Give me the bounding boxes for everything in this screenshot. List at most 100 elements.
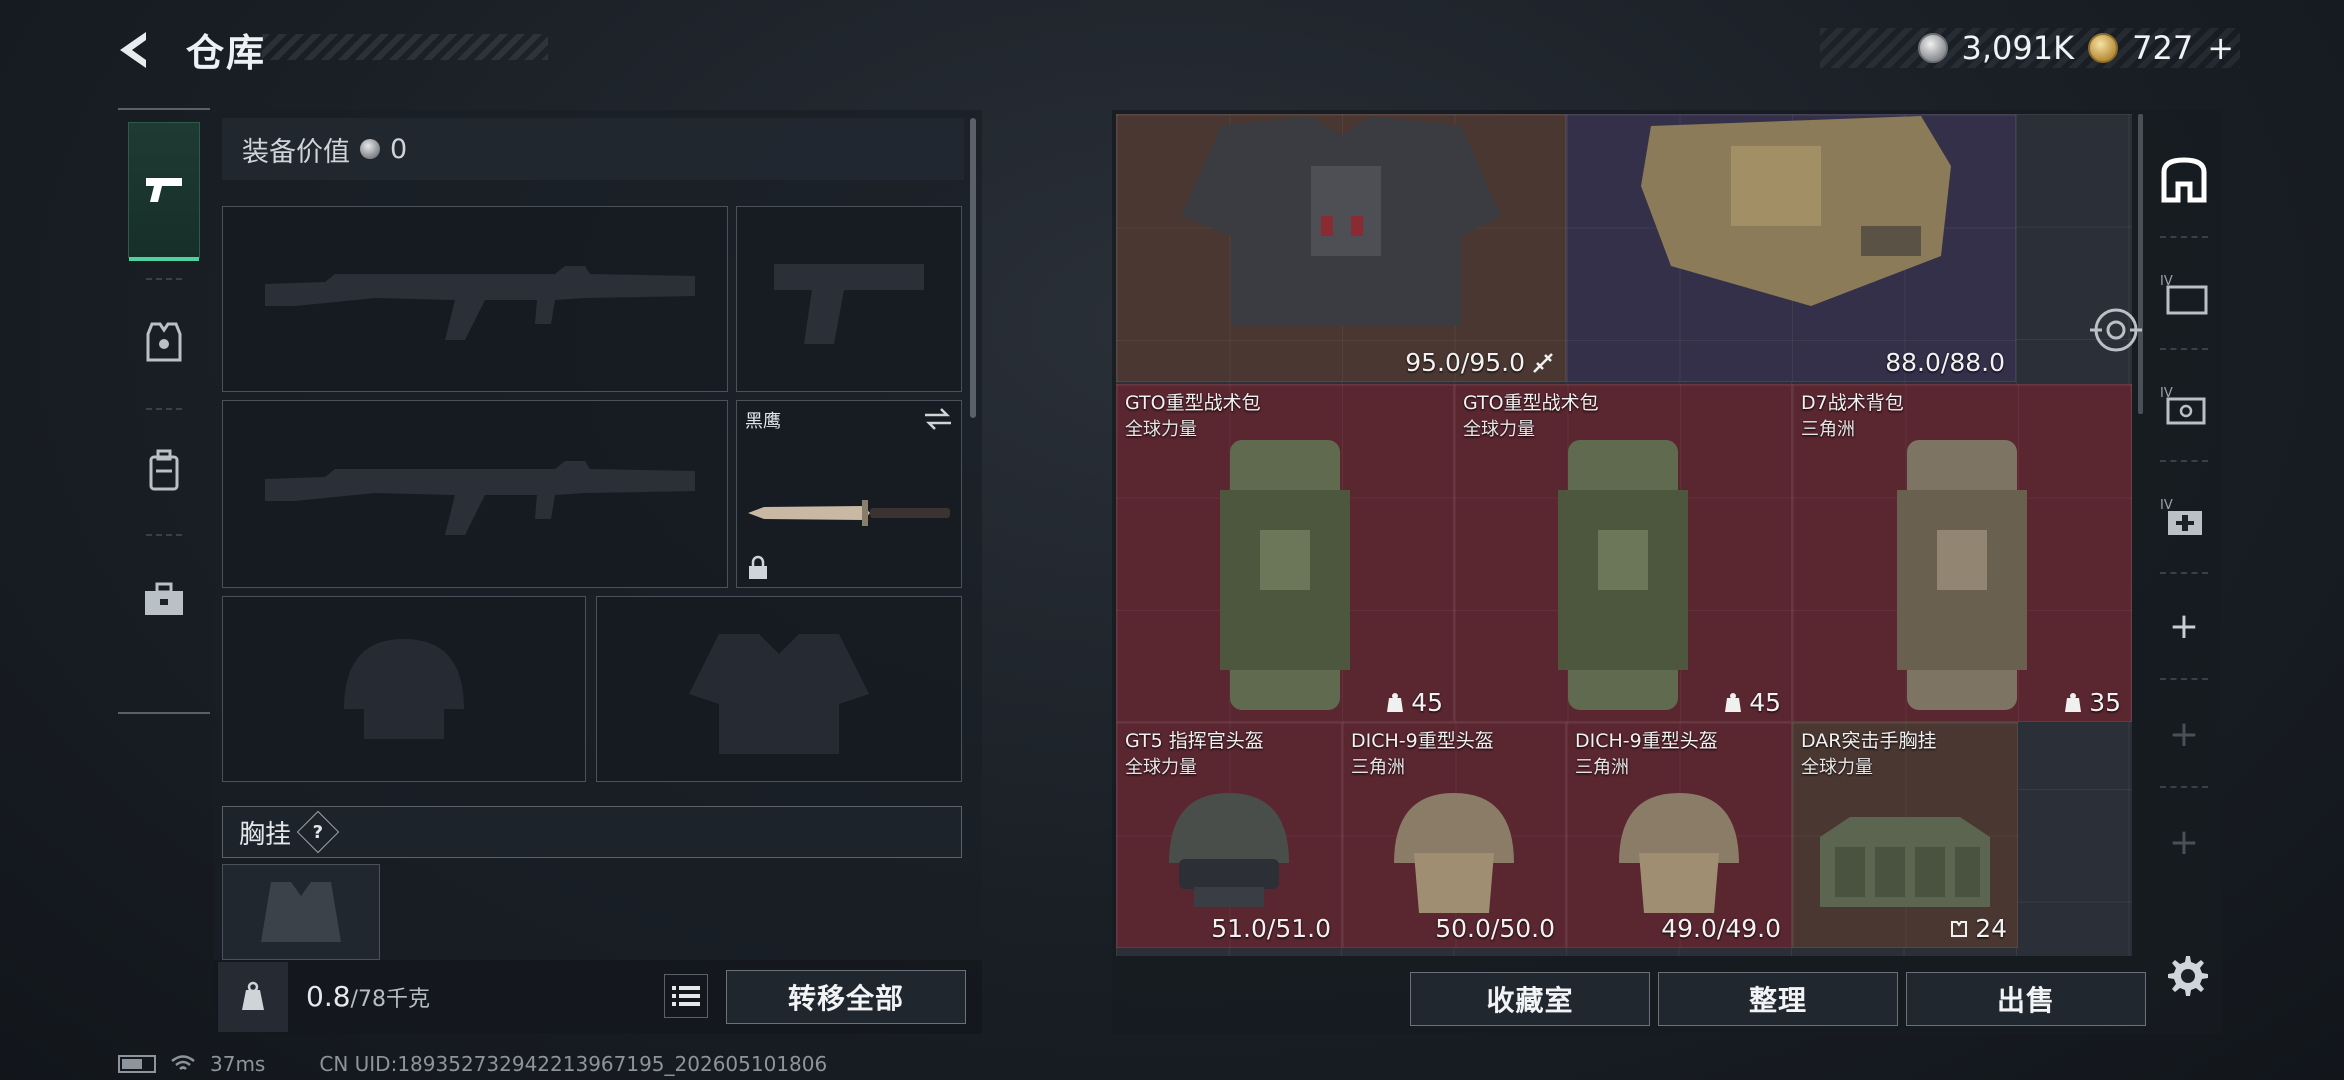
transfer-all-button[interactable]: 转移全部 xyxy=(726,970,966,1024)
item-capacity: 45 xyxy=(1385,688,1443,717)
rail-vault-2[interactable]: IV xyxy=(2154,376,2214,436)
title-decoration xyxy=(262,34,548,60)
helmet-silhouette-icon xyxy=(344,639,464,739)
safe-icon: IV xyxy=(2160,386,2206,425)
plate-carrier-image xyxy=(1641,116,1951,307)
melee-weapon-slot[interactable]: 黑鹰 xyxy=(736,400,962,588)
chest-rig-image xyxy=(1820,817,1990,908)
rail-main-stash[interactable] xyxy=(2154,150,2214,210)
melee-name: 黑鹰 xyxy=(745,411,781,432)
item-capacity: 45 xyxy=(1723,688,1781,717)
armor-vest-icon xyxy=(146,322,182,362)
tab-weapons[interactable] xyxy=(128,122,200,261)
currency-bar: 3,091K 727 + xyxy=(1820,28,2240,68)
sell-button[interactable]: 出售 xyxy=(1906,972,2146,1026)
page-title: 仓库 xyxy=(186,31,267,75)
category-tabs xyxy=(118,108,210,714)
stash-item-helmet[interactable]: DICH-9重型头盔 三角洲 50.0/50.0 xyxy=(1342,722,1566,948)
rail-vault-1[interactable]: IV xyxy=(2154,264,2214,324)
stash-item-helmet[interactable]: DICH-9重型头盔 三角洲 49.0/49.0 xyxy=(1566,722,1792,948)
current-weight: 0.8 xyxy=(306,980,351,1013)
tab-armor[interactable] xyxy=(128,282,200,402)
chest-rig-label: 胸挂 xyxy=(239,819,292,850)
helmet-image xyxy=(1394,792,1514,913)
gold-amount: 727 xyxy=(2132,29,2194,67)
stash-item-armor-vest[interactable]: 95.0/95.0 xyxy=(1116,114,1566,382)
stash-rail: IV IV IV + + + xyxy=(2146,110,2222,956)
equipment-value: 0 xyxy=(390,133,408,165)
weight-readout: 0.8/78千克 xyxy=(306,980,430,1013)
capacity-icon xyxy=(1725,692,1742,712)
ping-readout: 37ms xyxy=(210,1052,266,1076)
medkit-icon: IV xyxy=(2160,498,2202,535)
item-capacity: 24 xyxy=(1949,914,2007,943)
backpack-image xyxy=(1220,439,1350,710)
sort-button[interactable]: 整理 xyxy=(1658,972,1898,1026)
equipment-value-label: 装备价值 xyxy=(242,136,350,168)
helmet-slot[interactable] xyxy=(222,596,586,782)
stash-item-backpack[interactable]: GTO重型战术包 全球力量 45 xyxy=(1116,384,1454,722)
weight-capacity: /78千克 xyxy=(350,987,430,1012)
chest-rig-silhouette-icon xyxy=(261,882,341,942)
stash-grid[interactable]: 95.0/95.0 88.0/88.0 GTO重型战术包 全球力量 45 GTO… xyxy=(1116,114,2132,956)
locked-slot: + xyxy=(2154,812,2214,872)
rifle-silhouette-icon xyxy=(265,266,695,340)
backpack-image xyxy=(1897,439,2027,710)
stash-item-backpack[interactable]: D7战术背包 三角洲 35 xyxy=(1792,384,2132,722)
briefcase-icon xyxy=(145,582,183,615)
capacity-icon xyxy=(1387,692,1404,712)
backpack-image xyxy=(1558,439,1688,710)
stash-scrollbar[interactable] xyxy=(2138,114,2143,414)
wifi-icon xyxy=(171,1055,195,1070)
stash-item-plate-carrier[interactable]: 88.0/88.0 xyxy=(1566,114,2016,382)
silver-amount: 3,091K xyxy=(1961,29,2075,67)
knife-icon xyxy=(748,499,950,526)
stash-item-chest-rig[interactable]: DAR突击手胸挂 全球力量 24 xyxy=(1792,722,2018,948)
folder-icon: IV xyxy=(2160,274,2208,315)
item-capacity: 35 xyxy=(2063,688,2121,717)
status-bar: 37ms CN UID:1893527329422139671​95_20260… xyxy=(118,1052,827,1076)
battery-icon xyxy=(118,1055,156,1073)
tab-supplies[interactable] xyxy=(128,540,200,658)
item-durability: 95.0/95.0 xyxy=(1405,348,1555,377)
value-coin-icon xyxy=(360,139,380,159)
add-slot-button[interactable]: + xyxy=(2154,596,2214,656)
rail-vault-3[interactable]: IV xyxy=(2154,488,2214,548)
helmet-image xyxy=(1169,792,1289,907)
svg-text:IV: IV xyxy=(2160,498,2173,513)
chest-rig-slot[interactable] xyxy=(222,864,380,960)
user-uid: CN UID:1893527329422139671​95_2026051018… xyxy=(319,1052,828,1076)
item-durability: 88.0/88.0 xyxy=(1885,348,2005,377)
equipment-scrollbar[interactable] xyxy=(970,118,976,418)
rifle-silhouette-icon xyxy=(265,461,695,535)
gold-coin-icon xyxy=(2088,33,2119,63)
armor-silhouette-icon xyxy=(689,634,869,754)
chest-rig-capacity-icon xyxy=(1951,920,1968,937)
settings-gear-icon[interactable] xyxy=(2164,952,2208,996)
stash-item-backpack[interactable]: GTO重型战术包 全球力量 45 xyxy=(1454,384,1792,722)
backup-weapon-slot[interactable] xyxy=(222,400,728,588)
secondary-weapon-slot[interactable] xyxy=(736,206,962,392)
armor-slot[interactable] xyxy=(596,596,962,782)
backpack-icon xyxy=(149,449,179,491)
pistol-icon xyxy=(146,178,182,202)
plus-icon: + xyxy=(2168,821,2200,863)
repair-icon xyxy=(1533,352,1553,373)
stash-item-helmet[interactable]: GT5 指挥官头盔 全球力量 51.0/51.0 xyxy=(1116,722,1342,948)
list-view-button[interactable] xyxy=(664,974,708,1018)
back-arrow-icon[interactable] xyxy=(112,26,160,74)
primary-weapon-slot[interactable] xyxy=(222,206,728,392)
scope-icon[interactable] xyxy=(2088,302,2144,358)
swap-icon[interactable] xyxy=(923,407,953,431)
add-currency-button[interactable]: + xyxy=(2207,29,2234,67)
weight-icon-box xyxy=(218,962,288,1032)
chest-rig-header: 胸挂 ? xyxy=(222,806,962,858)
collection-room-button[interactable]: 收藏室 xyxy=(1410,972,1650,1026)
home-vault-icon xyxy=(2161,157,2207,203)
help-button[interactable]: ? xyxy=(296,810,340,854)
tab-backpacks[interactable] xyxy=(128,412,200,530)
equipment-value-header: 装备价值 0 xyxy=(222,118,964,180)
pistol-silhouette-icon xyxy=(774,264,924,344)
locked-slot: + xyxy=(2154,704,2214,764)
helmet-image xyxy=(1619,792,1739,913)
